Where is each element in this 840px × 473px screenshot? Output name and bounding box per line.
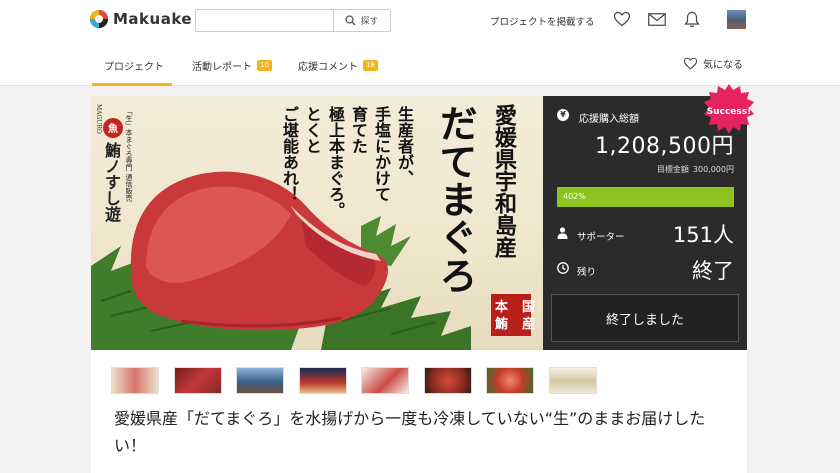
bell-icon[interactable] bbox=[684, 11, 700, 28]
search-button-label: 探す bbox=[360, 17, 379, 27]
hero-tagline-4: 極上本まぐろ。 bbox=[326, 106, 345, 218]
svg-text:産: 産 bbox=[522, 316, 535, 332]
thumbnail-6[interactable] bbox=[423, 367, 472, 394]
hero-tagline-6: ご堪能あれ！ bbox=[280, 106, 299, 202]
brand-tagline: 「生」本まぐろ専門 通信販売 bbox=[125, 108, 133, 202]
logo-text: Makuake bbox=[113, 10, 193, 28]
tab-activity-report[interactable]: 活動レポート 10 bbox=[192, 58, 272, 73]
hero-product-name: だてまぐろ bbox=[433, 104, 478, 294]
project-ended-button[interactable]: 終了しました bbox=[551, 294, 739, 342]
user-avatar[interactable] bbox=[727, 10, 746, 29]
svg-text:本: 本 bbox=[495, 299, 508, 315]
thumbnail-strip bbox=[111, 367, 611, 394]
clock-icon bbox=[557, 262, 569, 274]
goal-label: 目標金額 bbox=[656, 165, 689, 174]
hero-tagline-5: とくと bbox=[303, 106, 322, 154]
thumbnail-1[interactable] bbox=[111, 367, 159, 394]
heart-icon[interactable] bbox=[613, 11, 631, 27]
goal-value: 300,000円 bbox=[692, 165, 734, 174]
post-project-link[interactable]: プロジェクトを掲載する bbox=[490, 14, 595, 28]
tab-activity-report-label: 活動レポート bbox=[192, 62, 252, 73]
thumbnail-3[interactable] bbox=[236, 367, 284, 394]
favorite-label: 気になる bbox=[703, 60, 743, 71]
activity-report-count-badge: 10 bbox=[257, 60, 272, 71]
thumbnail-4[interactable] bbox=[298, 367, 347, 394]
project-tabs: プロジェクト 活動レポート 10 応援コメント 18 気になる bbox=[0, 40, 840, 86]
thumbnail-8[interactable] bbox=[548, 367, 597, 394]
hero-tagline-3: 育てた bbox=[349, 106, 368, 154]
makuake-logo[interactable]: Makuake bbox=[90, 10, 192, 28]
favorite-button[interactable]: 気になる bbox=[683, 56, 743, 71]
thumbnail-2[interactable] bbox=[173, 367, 222, 394]
progress-text: 402% bbox=[563, 192, 586, 201]
yen-icon: ¥ bbox=[557, 109, 569, 121]
search-icon bbox=[345, 15, 356, 26]
goal-amount: 目標金額 300,000円 bbox=[657, 164, 734, 175]
logo-mark-icon bbox=[90, 10, 108, 28]
project-summary: 愛媛県産「だてまぐろ」を水揚げから一度も冷凍していない“生”のままお届けしたい！ bbox=[91, 350, 747, 473]
remaining-label: 残り bbox=[577, 267, 597, 278]
comments-count-badge: 18 bbox=[363, 60, 378, 71]
top-header: Makuake 探す プロジェクトを掲載する bbox=[0, 0, 840, 40]
project-title: 愛媛県産「だてまぐろ」を水揚げから一度も冷凍していない“生”のままお届けしたい！ bbox=[114, 409, 706, 455]
supporters-value: 151人 bbox=[672, 223, 734, 247]
mail-icon[interactable] bbox=[648, 13, 666, 26]
search-button[interactable]: 探す bbox=[334, 10, 390, 31]
success-badge: Success! bbox=[706, 107, 752, 117]
funding-panel: ¥ 応援購入総額 1,208,500円 目標金額 300,000円 402% サポ… bbox=[543, 96, 747, 350]
supporters-label: サポーター bbox=[577, 232, 625, 243]
tab-comments[interactable]: 応援コメント 18 bbox=[298, 58, 378, 73]
search-input[interactable] bbox=[196, 10, 334, 31]
tab-comments-label: 応援コメント bbox=[298, 62, 358, 73]
tab-project[interactable]: プロジェクト bbox=[104, 58, 164, 73]
svg-text:鮪: 鮪 bbox=[495, 316, 508, 332]
person-icon bbox=[557, 227, 568, 239]
project-main-image[interactable]: 魚 国 産 本 鮪 MAGURO 「生」本まぐろ専門 通信販売 鮪ノすし遊 愛媛… bbox=[91, 96, 543, 350]
brand-name: 鮪ノすし遊 bbox=[102, 142, 121, 222]
remaining-value: 終了 bbox=[692, 259, 734, 283]
hero-headline: 愛媛県宇和島産 bbox=[491, 104, 517, 258]
amount-label: 応援購入総額 bbox=[579, 114, 639, 125]
heart-outline-icon bbox=[683, 57, 698, 70]
tab-project-label: プロジェクト bbox=[104, 62, 164, 73]
svg-text:魚: 魚 bbox=[108, 122, 118, 135]
progress-bar: 402% bbox=[557, 187, 734, 207]
hero-tagline-2: 手塩にかけて bbox=[372, 106, 391, 202]
brand-small-label: MAGURO bbox=[95, 104, 102, 134]
thumbnail-7[interactable] bbox=[486, 367, 534, 394]
active-tab-indicator bbox=[92, 83, 172, 86]
svg-text:国: 国 bbox=[522, 300, 535, 315]
search-box: 探す bbox=[195, 9, 391, 32]
hero-tagline-1: 生産者が、 bbox=[395, 106, 414, 186]
thumbnail-5[interactable] bbox=[361, 367, 409, 394]
